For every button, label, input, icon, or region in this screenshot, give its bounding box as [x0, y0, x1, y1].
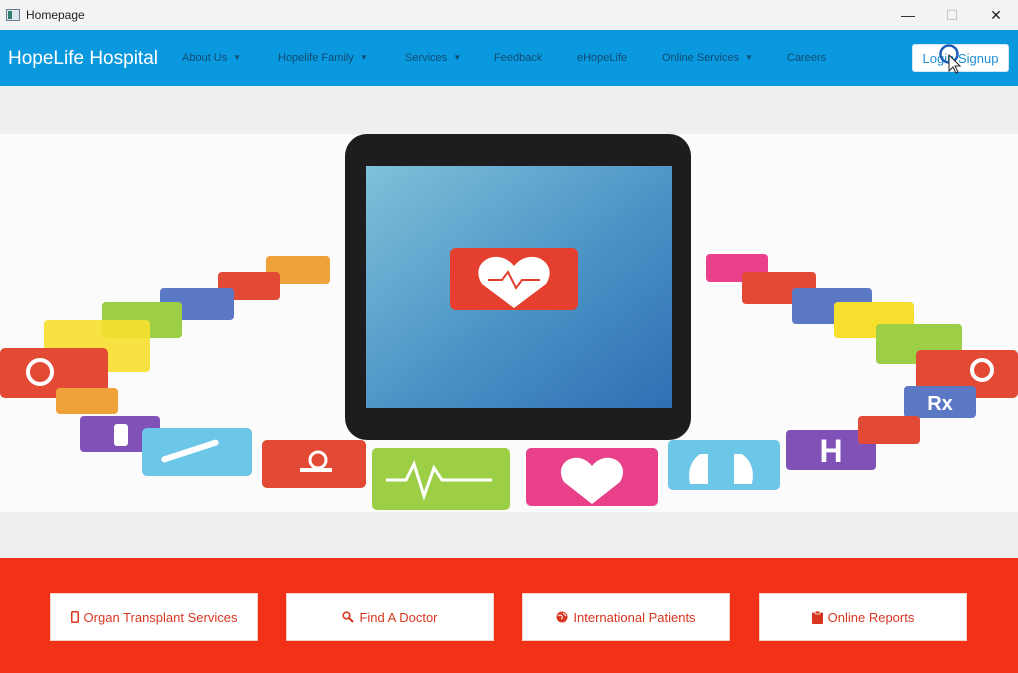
nav-feedback[interactable]: Feedback [494, 52, 542, 64]
find-doctor-label: Find A Doctor [359, 609, 438, 625]
nav-services-label: Services [405, 52, 448, 64]
find-doctor-button[interactable]: Find A Doctor [286, 593, 494, 641]
nav-about-us-label: About Us [182, 52, 228, 64]
main-navbar: HopeLife Hospital About Us ▼ Hopelife Fam… [0, 30, 1018, 86]
globe-icon [556, 611, 568, 623]
nav-services[interactable]: Services ▼ [405, 52, 461, 64]
chevron-down-icon: ▼ [233, 53, 242, 62]
chevron-down-icon: ▼ [359, 53, 368, 62]
search-icon [342, 611, 355, 623]
nav-online-services[interactable]: Online Services ▼ [662, 52, 753, 64]
window-title: Homepage [26, 8, 85, 22]
mouse-pointer-icon [939, 44, 962, 74]
hero-top-band [0, 86, 1018, 134]
online-reports-label: Online Reports [827, 609, 915, 625]
nav-ehopelife[interactable]: eHopeLife [577, 52, 627, 64]
organ-transplant-button[interactable]: Organ Transplant Services [50, 593, 258, 641]
chevron-down-icon: ▼ [745, 53, 753, 62]
svg-text:H: H [819, 433, 842, 469]
nav-online-services-label: Online Services [662, 52, 740, 64]
organ-transplant-label: Organ Transplant Services [83, 609, 238, 625]
international-patients-label: International Patients [573, 609, 696, 625]
smartphone-illustration [345, 134, 691, 440]
brand-logo-text[interactable]: HopeLife Hospital [8, 48, 158, 70]
online-reports-button[interactable]: Online Reports [759, 593, 967, 641]
bottom-app-icons: H [372, 430, 876, 510]
nav-about-us[interactable]: About Us ▼ [182, 52, 241, 64]
hero-illustration: H Rx [0, 134, 1018, 510]
quick-links-bar: Organ Transplant Services Find A Doctor … [0, 558, 1018, 673]
clipboard-icon [811, 610, 823, 624]
nav-careers-label: Careers [787, 52, 827, 64]
right-app-icons: Rx [706, 254, 1018, 444]
nav-hopelife-family[interactable]: Hopelife Family ▼ [278, 52, 368, 64]
nav-feedback-label: Feedback [494, 52, 543, 64]
hero-bottom-band [0, 512, 1018, 558]
chevron-down-icon: ▼ [453, 53, 462, 62]
international-patients-button[interactable]: International Patients [522, 593, 730, 641]
nav-careers[interactable]: Careers [787, 52, 826, 64]
left-app-icons [0, 256, 366, 488]
minimize-button[interactable]: — [886, 0, 930, 30]
app-window-icon [6, 9, 20, 21]
mobile-icon [70, 611, 79, 623]
window-controls: — ☐ ✕ [886, 0, 1018, 30]
nav-hopelife-family-label: Hopelife Family [278, 52, 354, 64]
nav-ehopelife-label: eHopeLife [577, 52, 628, 64]
svg-text:Rx: Rx [927, 393, 953, 415]
close-button[interactable]: ✕ [974, 0, 1018, 30]
hero-banner: H Rx [0, 134, 1018, 512]
maximize-button[interactable]: ☐ [930, 0, 974, 30]
window-titlebar: Homepage — ☐ ✕ [0, 0, 1018, 30]
